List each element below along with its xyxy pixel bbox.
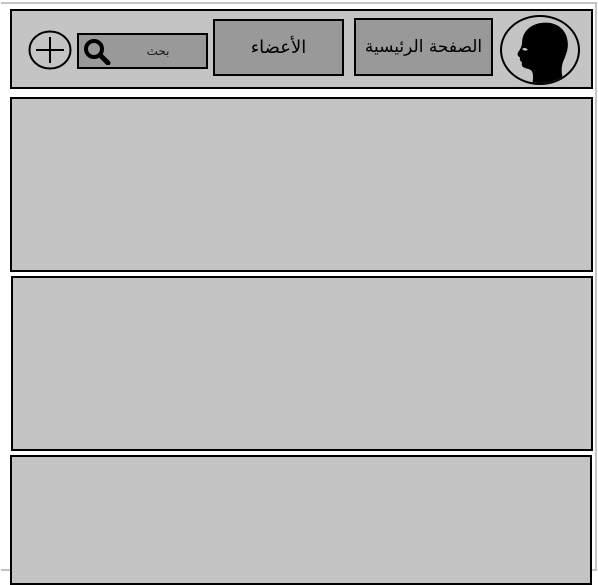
plus-circle-icon — [28, 30, 72, 70]
content-panel — [10, 455, 592, 585]
search-icon[interactable] — [83, 37, 111, 65]
search-input[interactable] — [113, 39, 203, 63]
user-profile-silhouette-icon — [517, 22, 568, 83]
nav-members-button[interactable]: الأعضاء — [213, 19, 344, 76]
user-avatar[interactable] — [500, 15, 580, 85]
add-button[interactable] — [28, 30, 72, 70]
content-panel — [10, 97, 593, 272]
nav-home-button[interactable]: الصفحة الرئيسية — [354, 18, 493, 76]
content-panel — [11, 276, 593, 451]
search-box[interactable] — [77, 33, 208, 69]
